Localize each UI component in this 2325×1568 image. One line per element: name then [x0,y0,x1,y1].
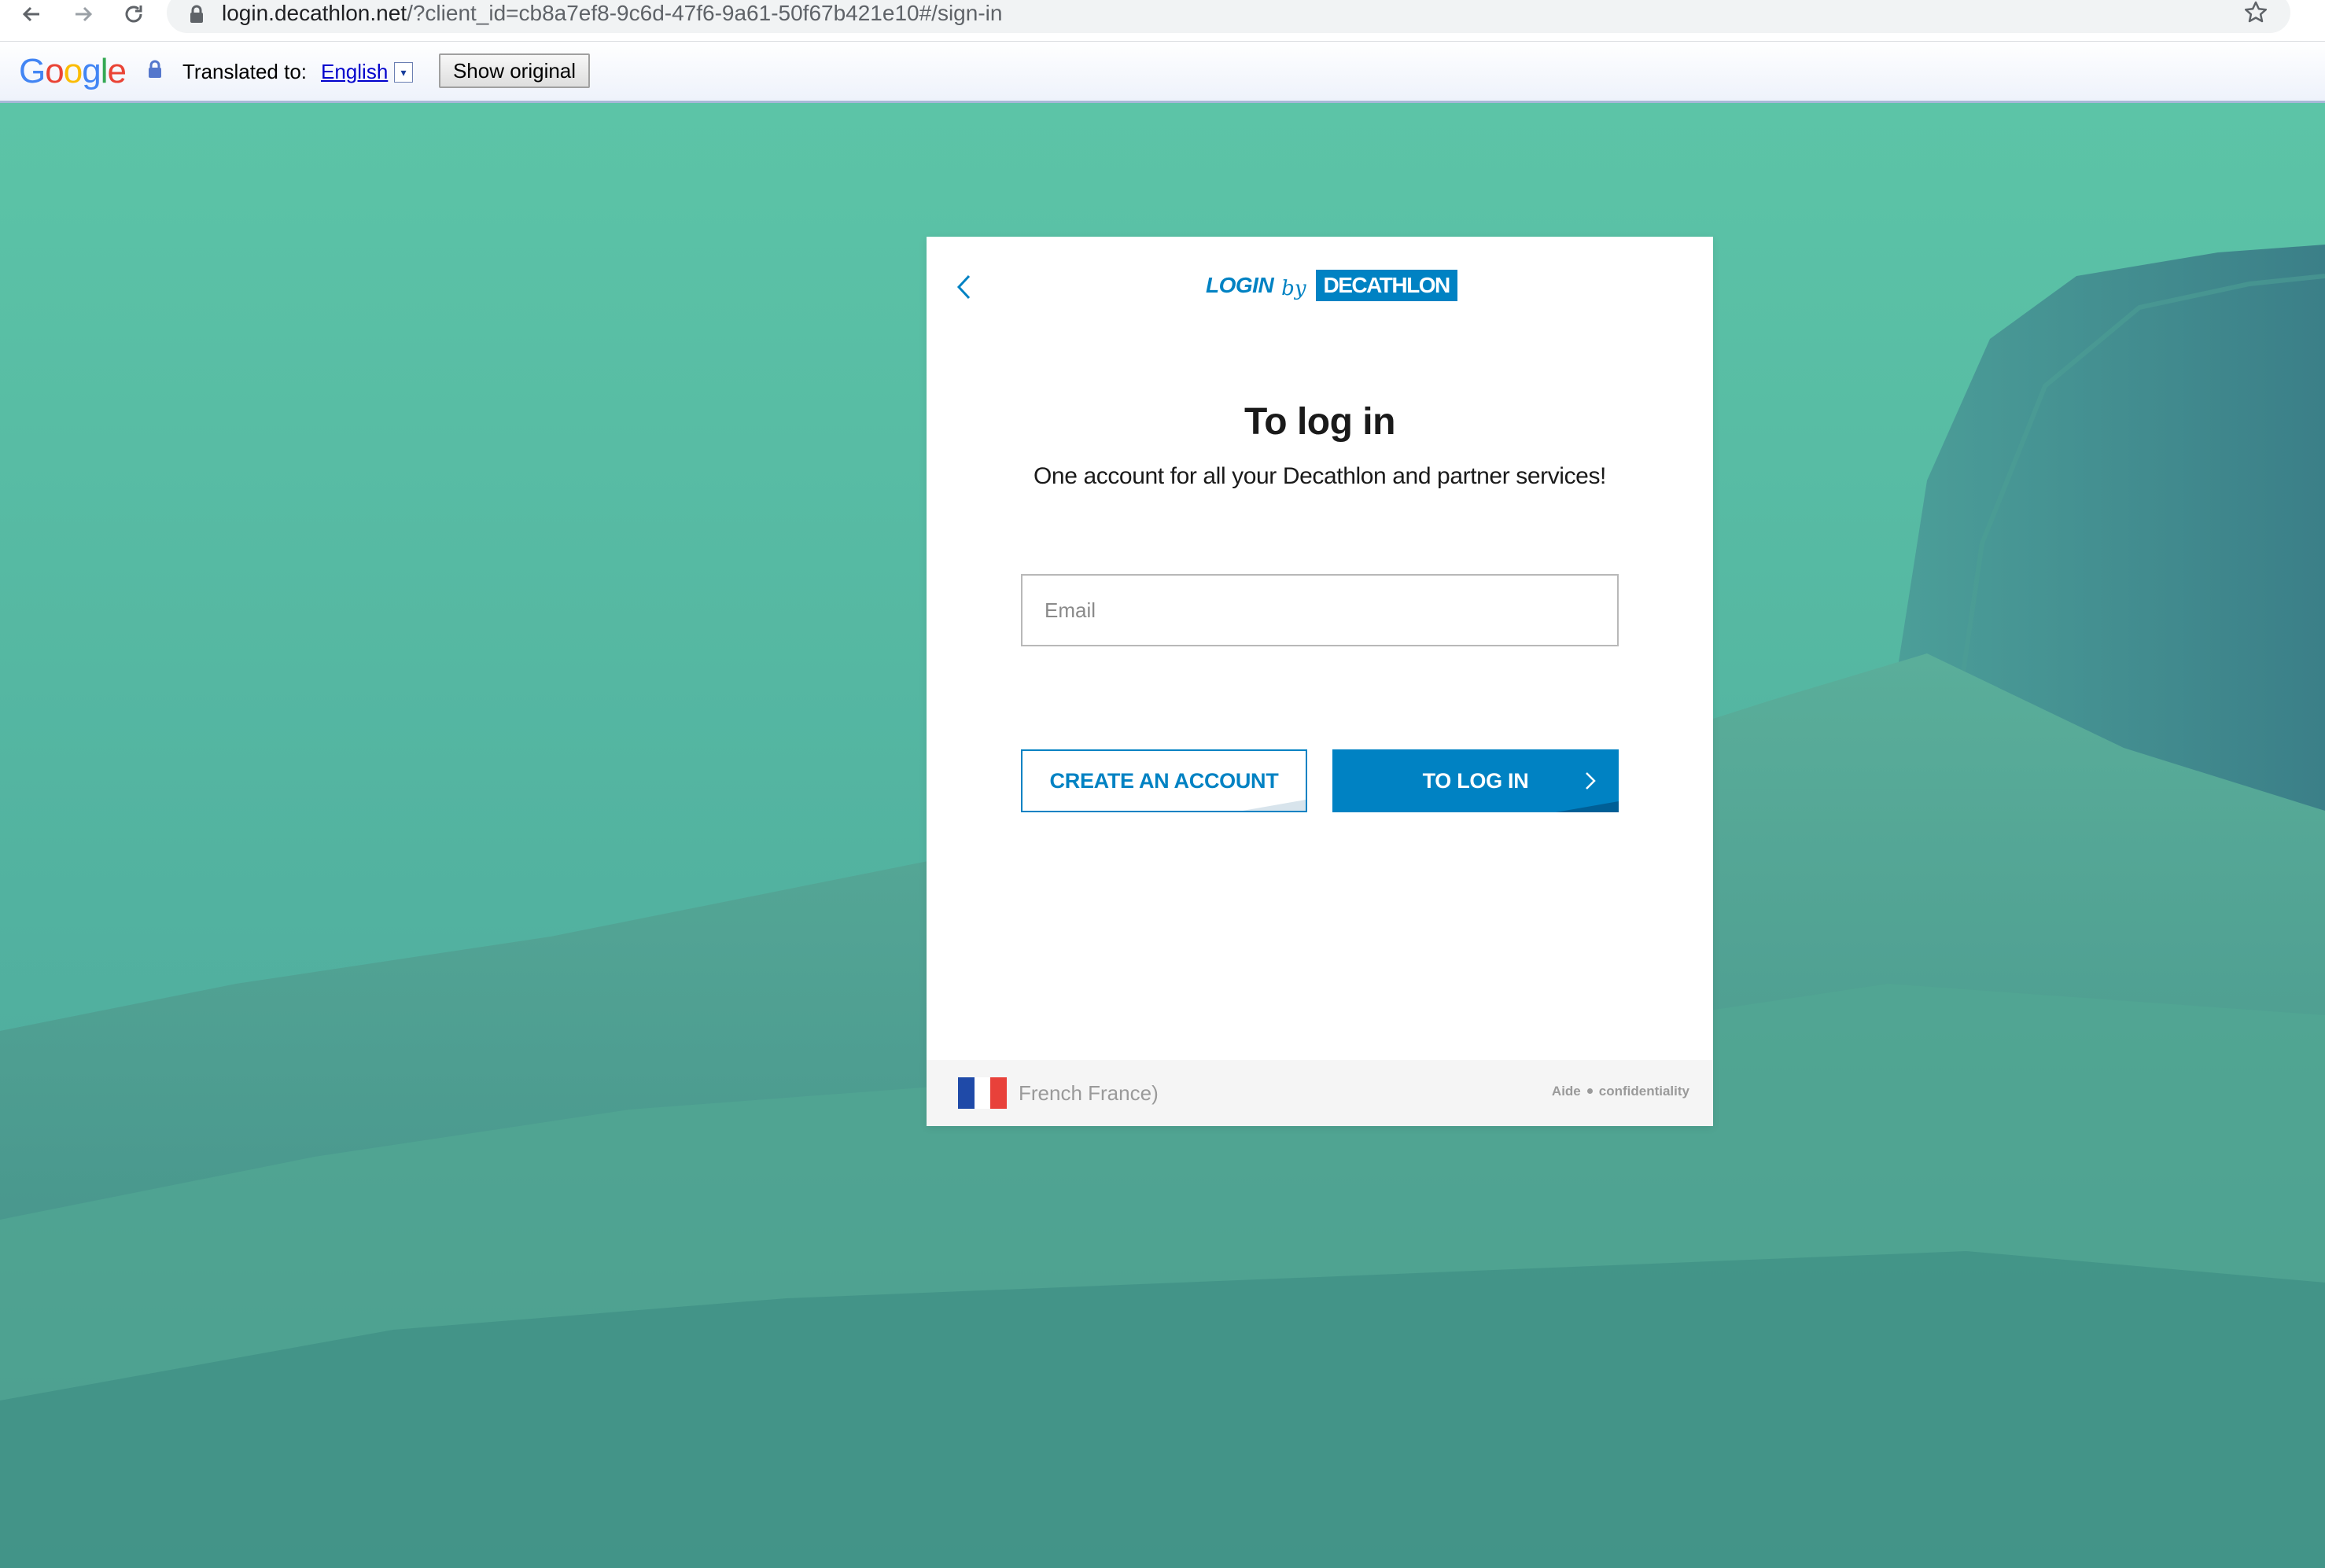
translated-to-label: Translated to: [182,60,308,83]
show-original-button[interactable]: Show original [439,53,590,88]
brand-by-text: by [1281,277,1306,300]
page-title: To log in [1244,401,1395,443]
language-link[interactable]: English [321,59,388,84]
login-card: LOGIN by DECATHLON To log in One account… [927,237,1713,1126]
language-dropdown-icon[interactable]: ▾ [394,62,413,83]
url-path: /?client_id=cb8a7ef8-9c6d-47f6-9a61-50f6… [407,1,1003,25]
chevron-right-icon [1584,771,1597,797]
reload-icon[interactable] [118,0,149,28]
help-link[interactable]: Aide [1552,1084,1581,1099]
page-subtitle: One account for all your Decathlon and p… [1034,463,1606,489]
brand-decathlon-text: DECATHLON [1315,270,1457,301]
decathlon-login-logo: LOGIN by DECATHLON [1206,268,1457,303]
email-input[interactable] [1021,574,1619,646]
back-chevron-icon[interactable] [956,274,972,304]
address-bar[interactable]: login.decathlon.net/?client_id=cb8a7ef8-… [167,0,2290,33]
url-text: login.decathlon.net/?client_id=cb8a7ef8-… [222,0,1002,27]
google-logo: Google [19,52,127,90]
star-icon[interactable] [2243,0,2268,29]
footer-links: Aide confidentiality [1552,1084,1689,1099]
locale-selector[interactable]: French France) [1019,1081,1159,1106]
back-arrow-icon[interactable] [16,0,47,28]
privacy-link[interactable]: confidentiality [1599,1084,1689,1099]
url-host: login.decathlon.net [222,1,407,25]
forward-arrow-icon[interactable] [68,0,99,28]
card-footer: French France) Aide confidentiality [927,1060,1713,1126]
lock-icon [146,59,164,83]
browser-toolbar: login.decathlon.net/?client_id=cb8a7ef8-… [0,0,2325,42]
button-corner-decoration [1556,801,1619,812]
lock-icon [189,5,204,28]
separator-dot [1586,1088,1593,1094]
create-account-button[interactable]: CREATE AN ACCOUNT [1021,749,1307,812]
translate-bar: Google Translated to: English ▾ Show ori… [0,42,2325,103]
login-button[interactable]: TO LOG IN [1332,749,1619,812]
france-flag-icon[interactable] [958,1077,1008,1109]
button-corner-decoration [1243,800,1306,811]
brand-login-text: LOGIN [1206,273,1274,297]
